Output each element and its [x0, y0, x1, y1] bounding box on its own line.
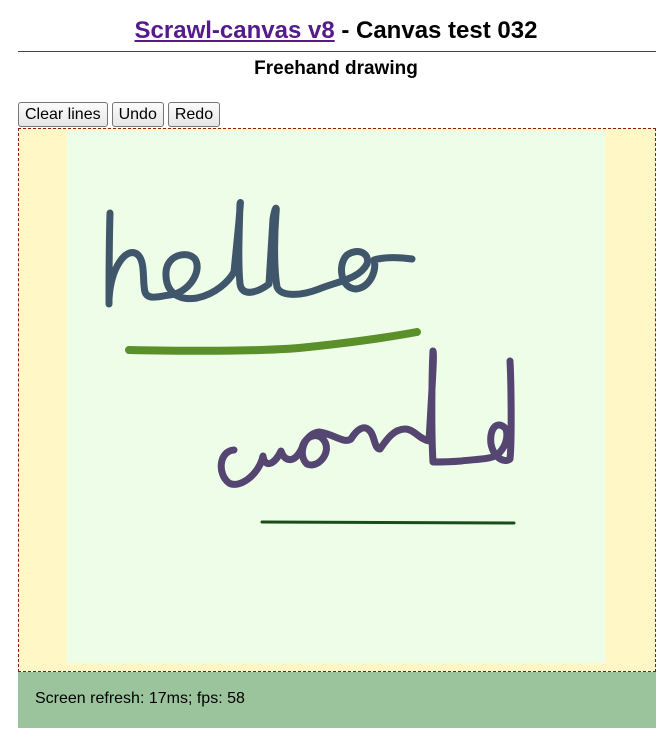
- stroke-dark-green-line: [260, 520, 516, 525]
- drawing-canvas[interactable]: [18, 128, 656, 672]
- clear-lines-button[interactable]: Clear lines: [18, 102, 108, 127]
- stroke-world: [217, 347, 515, 488]
- status-bar: Screen refresh: 17ms; fps: 58: [18, 672, 656, 728]
- scrawl-canvas-link[interactable]: Scrawl-canvas v8: [135, 17, 335, 44]
- page: Scrawl-canvas v8 - Canvas test 032 Freeh…: [0, 0, 672, 745]
- stroke-hello: [105, 199, 416, 308]
- undo-button[interactable]: Undo: [111, 102, 164, 127]
- page-subtitle: Freehand drawing: [254, 58, 418, 79]
- status-text: Screen refresh: 17ms; fps: 58: [35, 690, 245, 707]
- toolbar: Clear lines Undo Redo: [18, 102, 221, 127]
- page-title: Scrawl-canvas v8 - Canvas test 032: [0, 15, 672, 47]
- drawing-surface: [105, 199, 516, 525]
- redo-button[interactable]: Redo: [167, 102, 221, 127]
- title-divider: [18, 51, 656, 52]
- stroke-green-underline: [125, 328, 421, 355]
- title-suffix: - Canvas test 032: [334, 17, 538, 44]
